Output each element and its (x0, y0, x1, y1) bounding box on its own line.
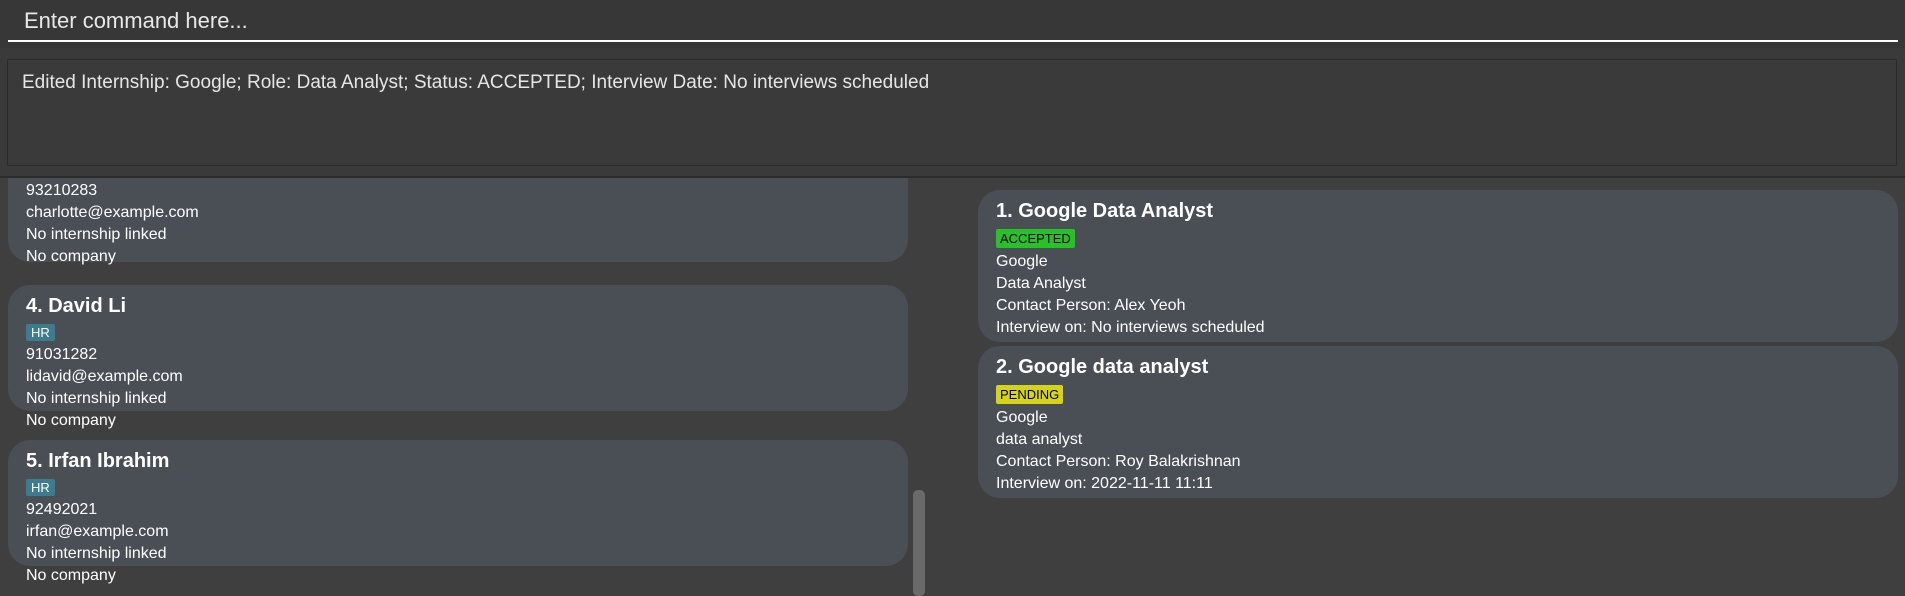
internship-role: data analyst (996, 431, 1083, 448)
internship-interview: Interview on: No interviews scheduled (996, 319, 1265, 336)
person-company: No company (26, 412, 116, 429)
internship-card[interactable]: 1. Google Data Analyst ACCEPTED Google D… (978, 190, 1898, 342)
person-email: irfan@example.com (26, 523, 169, 540)
result-display-area: Edited Internship: Google; Role: Data An… (0, 48, 1905, 176)
internship-title: 2. Google data analyst (996, 356, 1209, 378)
person-name: 5. Irfan Ibrahim (26, 450, 170, 472)
person-email: lidavid@example.com (26, 368, 183, 385)
person-card[interactable]: 4. David Li HR 91031282 lidavid@example.… (8, 285, 908, 429)
internship-company: Google (996, 253, 1048, 270)
person-card[interactable]: 93210283 charlotte@example.com No intern… (8, 178, 908, 265)
status-badge: ACCEPTED (996, 229, 1075, 248)
person-internship: No internship linked (26, 545, 167, 562)
person-card[interactable]: 5. Irfan Ibrahim HR 92492021 irfan@examp… (8, 440, 908, 584)
person-internship: No internship linked (26, 226, 167, 243)
person-list-scrollbar[interactable] (913, 490, 925, 596)
internship-interview: Interview on: 2022-11-11 11:11 (996, 475, 1213, 492)
person-phone: 92492021 (26, 501, 98, 518)
person-company: No company (26, 567, 116, 584)
person-phone: 93210283 (26, 182, 98, 199)
person-email: charlotte@example.com (26, 204, 199, 221)
internship-role: Data Analyst (996, 275, 1086, 292)
status-badge: PENDING (996, 385, 1064, 404)
internship-list-panel[interactable]: 1. Google Data Analyst ACCEPTED Google D… (960, 178, 1905, 596)
person-phone: 91031282 (26, 346, 98, 363)
person-tag: HR (26, 324, 55, 341)
person-company: No company (26, 248, 116, 265)
command-input[interactable] (8, 2, 1898, 42)
internship-card[interactable]: 2. Google data analyst PENDING Google da… (978, 346, 1898, 498)
internship-title: 1. Google Data Analyst (996, 200, 1214, 222)
person-tag: HR (26, 479, 55, 496)
person-name: 4. David Li (26, 295, 127, 317)
command-box (0, 0, 1905, 48)
result-text: Edited Internship: Google; Role: Data An… (22, 72, 930, 93)
result-display: Edited Internship: Google; Role: Data An… (7, 59, 1897, 166)
person-list-panel[interactable]: 93210283 charlotte@example.com No intern… (0, 178, 940, 596)
person-internship: No internship linked (26, 390, 167, 407)
internship-company: Google (996, 409, 1048, 426)
internship-contact: Contact Person: Roy Balakrishnan (996, 453, 1241, 470)
internship-contact: Contact Person: Alex Yeoh (996, 297, 1186, 314)
